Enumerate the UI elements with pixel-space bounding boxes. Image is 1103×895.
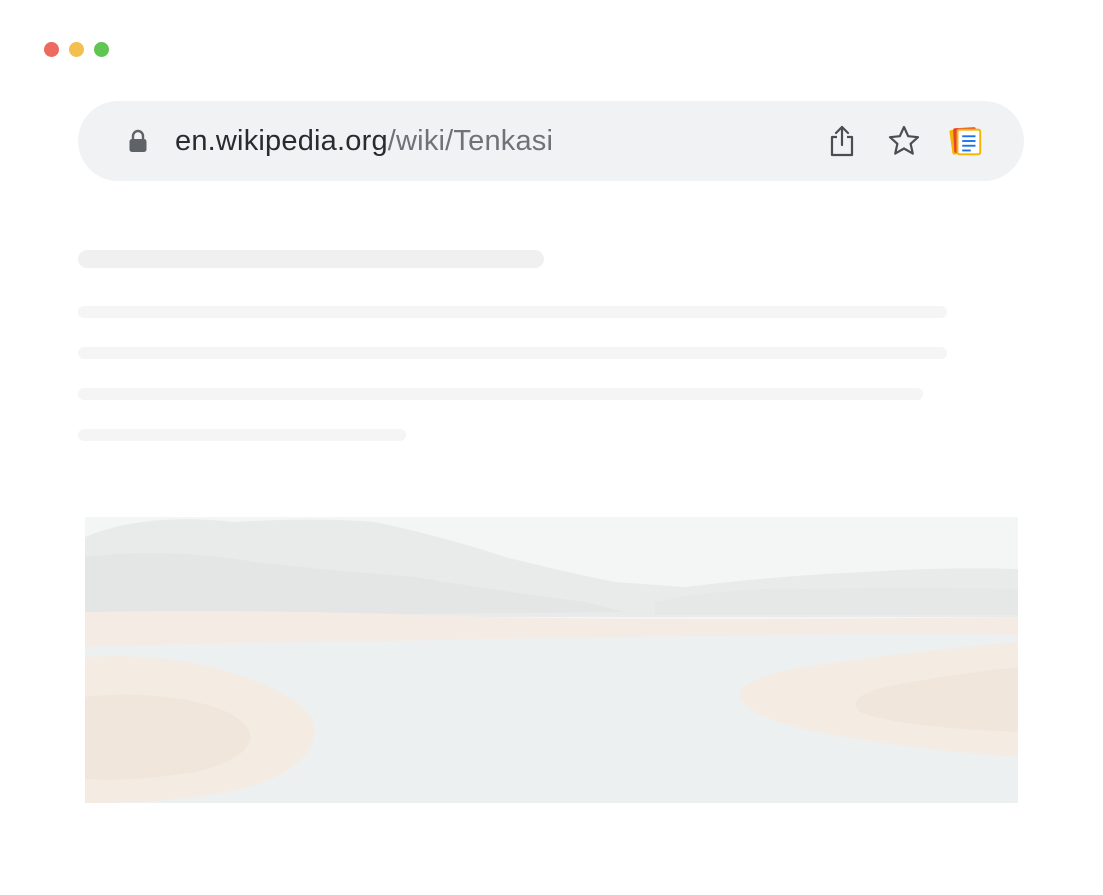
lock-icon	[128, 129, 148, 153]
star-icon[interactable]	[886, 123, 922, 159]
browser-window: en.wikipedia.org/wiki/Tenkasi	[0, 0, 1103, 895]
skeleton-line	[78, 429, 406, 441]
window-controls	[44, 42, 109, 57]
url-text[interactable]: en.wikipedia.org/wiki/Tenkasi	[175, 124, 554, 157]
close-window-button[interactable]	[44, 42, 59, 57]
skeleton-line	[78, 388, 923, 400]
url-domain: en.wikipedia.org	[175, 124, 388, 157]
skeleton-title	[78, 250, 544, 268]
url-path: /wiki/Tenkasi	[387, 124, 554, 157]
share-icon[interactable]	[824, 123, 860, 159]
notes-extension-icon[interactable]	[948, 123, 984, 159]
address-bar[interactable]: en.wikipedia.org/wiki/Tenkasi	[78, 101, 1024, 181]
address-bar-actions	[824, 101, 984, 181]
minimize-window-button[interactable]	[69, 42, 84, 57]
zoom-window-button[interactable]	[94, 42, 109, 57]
skeleton-line	[78, 347, 947, 359]
skeleton-line	[78, 306, 947, 318]
article-image	[85, 517, 1018, 803]
